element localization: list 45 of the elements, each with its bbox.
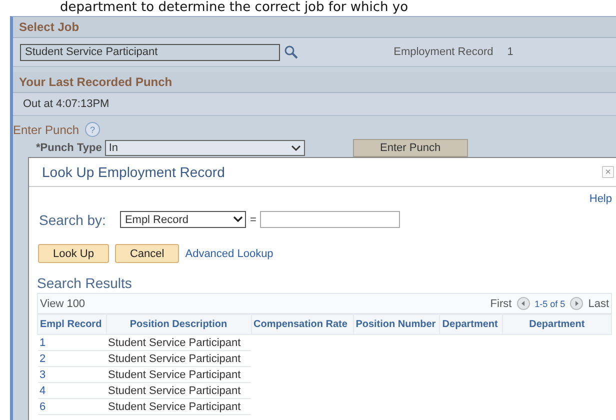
search-input-field[interactable]: [260, 211, 400, 228]
table-cell: Student Service Participant: [106, 350, 251, 366]
column-header[interactable]: Department: [440, 314, 502, 334]
punch-text: Out at 4:07:13PM: [23, 98, 110, 110]
advanced-lookup-link[interactable]: Advanced Lookup: [185, 248, 274, 260]
record-link[interactable]: 4: [38, 382, 106, 398]
last-link[interactable]: Last: [588, 298, 609, 310]
section-header: Select Job: [13, 17, 616, 38]
record-link[interactable]: 6: [38, 398, 106, 414]
record-link[interactable]: 2: [38, 350, 106, 366]
column-header[interactable]: Position Description: [106, 314, 251, 334]
search-icon[interactable]: [284, 45, 298, 59]
dialog-button[interactable]: Look Up: [38, 244, 109, 263]
previous-icon[interactable]: [516, 297, 530, 310]
table-cell: Student Service Participant: [106, 398, 251, 414]
next-icon[interactable]: [570, 297, 584, 310]
close-button[interactable]: ×: [602, 166, 614, 178]
record-link[interactable]: 3: [38, 366, 106, 382]
table-cell: Student Service Participant: [106, 334, 251, 350]
section-label: Enter Punch: [13, 122, 80, 136]
caption-text: department to determine the correct job for which yo: [59, 0, 410, 16]
column-header[interactable]: Empl Record: [38, 314, 106, 334]
field-label: Employment Record: [394, 46, 494, 58]
table-cell: Student Service Participant: [106, 366, 251, 382]
results-title: Search Results: [36, 274, 133, 293]
first-link[interactable]: First: [490, 298, 512, 310]
punch-type-dropdown[interactable]: In: [104, 140, 305, 156]
search-by-dropdown[interactable]: Empl Record: [120, 211, 246, 228]
column-header[interactable]: Position Number: [353, 314, 440, 334]
enter-punch-button[interactable]: Enter Punch: [352, 139, 468, 157]
dialog-title: Look Up Employment Record: [42, 164, 225, 180]
table-cell: Student Service Participant: [106, 382, 251, 398]
equals-sign: =: [250, 214, 256, 226]
section-header: Your Last Recorded Punch: [13, 72, 616, 93]
column-header[interactable]: Compensation Rate: [251, 314, 354, 334]
help-link[interactable]: Help: [589, 193, 612, 205]
field-label: Search by:: [39, 212, 106, 228]
record-link[interactable]: 1: [38, 334, 106, 350]
job-field[interactable]: Student Service Participant: [20, 44, 280, 60]
dialog-button[interactable]: Cancel: [114, 244, 180, 263]
column-header[interactable]: Department: [502, 314, 612, 334]
range-text: 1-5 of 5: [534, 298, 566, 308]
field-value: 1: [507, 46, 514, 58]
view-link[interactable]: View 100: [40, 298, 86, 310]
field-label: *Punch Type: [36, 142, 102, 154]
